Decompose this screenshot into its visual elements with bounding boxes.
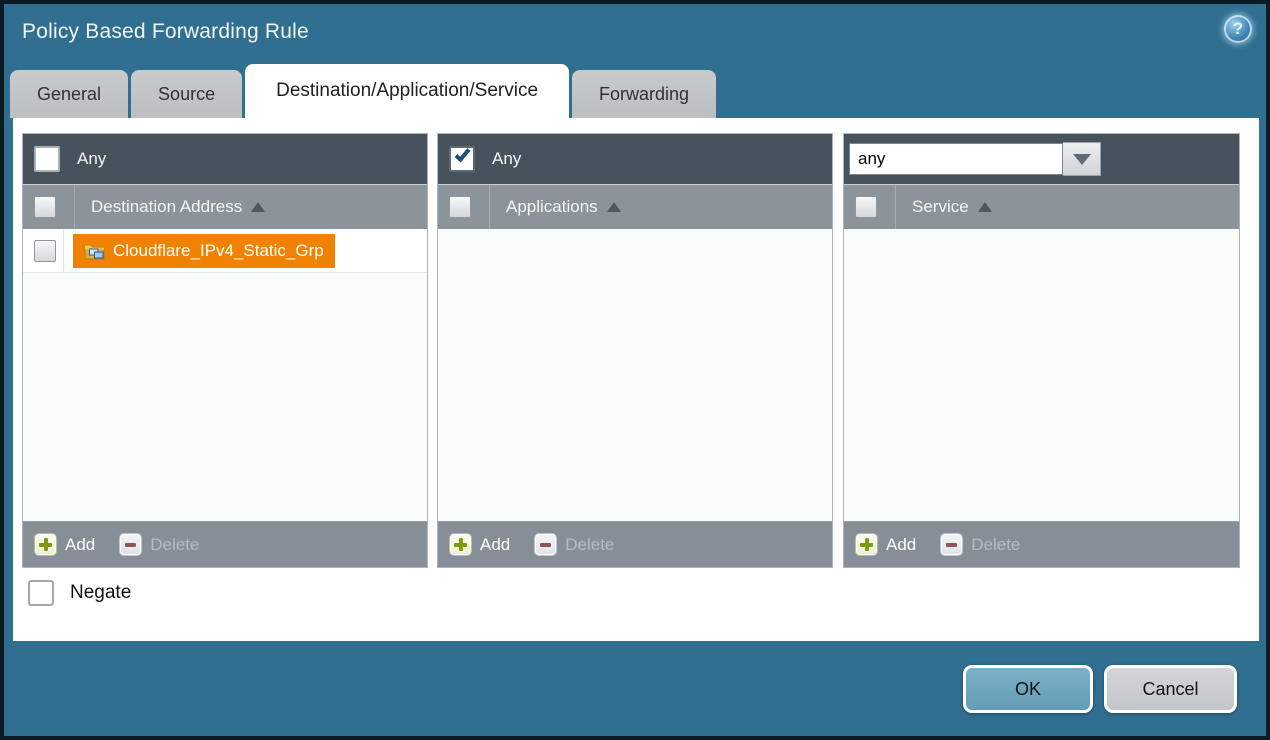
cancel-button[interactable]: Cancel (1104, 665, 1237, 713)
applications-any-label: Any (492, 149, 521, 169)
tab-destination-application-service[interactable]: Destination/Application/Service (245, 64, 569, 118)
destination-address-column: Any Destination Address (22, 133, 428, 568)
check-icon (455, 146, 471, 163)
destination-address-header[interactable]: Destination Address (23, 184, 427, 229)
applications-header-label: Applications (506, 197, 598, 217)
applications-toolbar: Add Delete (438, 521, 832, 567)
minus-icon (534, 533, 557, 556)
add-button[interactable]: Add (449, 533, 510, 556)
table-row[interactable]: Cloudflare_IPv4_Static_Grp (23, 229, 427, 273)
chevron-down-icon (1073, 154, 1091, 165)
pbf-rule-dialog: Policy Based Forwarding Rule ? General S… (0, 0, 1270, 740)
destination-any-bar: Any (23, 134, 427, 184)
plus-icon (449, 533, 472, 556)
tab-content-panel: Any Destination Address (13, 118, 1259, 641)
tab-forwarding[interactable]: Forwarding (572, 70, 716, 118)
plus-icon (34, 533, 57, 556)
ok-button[interactable]: OK (963, 665, 1093, 713)
service-dropdown (849, 142, 1101, 176)
negate-label: Negate (70, 582, 131, 604)
add-button[interactable]: Add (855, 533, 916, 556)
service-toolbar: Add Delete (844, 521, 1239, 567)
delete-button[interactable]: Delete (534, 533, 614, 556)
negate-checkbox[interactable] (28, 580, 54, 606)
service-select-all-checkbox[interactable] (855, 196, 877, 218)
negate-option: Negate (28, 580, 131, 606)
applications-any-checkbox[interactable] (449, 146, 475, 172)
destination-any-label: Any (77, 149, 106, 169)
destination-toolbar: Add Delete (23, 521, 427, 567)
tab-bar: General Source Destination/Application/S… (10, 64, 719, 118)
service-any-bar (844, 134, 1239, 184)
sort-ascending-icon (978, 202, 992, 212)
service-header[interactable]: Service (844, 184, 1239, 229)
destination-list: Cloudflare_IPv4_Static_Grp (23, 229, 427, 521)
applications-column: Any Applications Add Delete (437, 133, 833, 568)
row-checkbox[interactable] (34, 240, 56, 262)
sort-ascending-icon (251, 202, 265, 212)
applications-select-all-checkbox[interactable] (449, 196, 471, 218)
minus-icon (940, 533, 963, 556)
destination-select-all-checkbox[interactable] (34, 196, 56, 218)
destination-address-item[interactable]: Cloudflare_IPv4_Static_Grp (73, 234, 335, 268)
service-header-label: Service (912, 197, 969, 217)
plus-icon (855, 533, 878, 556)
destination-any-checkbox[interactable] (34, 146, 60, 172)
service-dropdown-button[interactable] (1063, 142, 1101, 176)
dialog-title: Policy Based Forwarding Rule (22, 20, 309, 44)
delete-button[interactable]: Delete (940, 533, 1020, 556)
applications-list (438, 229, 832, 521)
address-group-icon (84, 242, 105, 260)
applications-any-bar: Any (438, 134, 832, 184)
service-dropdown-input[interactable] (849, 143, 1063, 175)
item-label: Cloudflare_IPv4_Static_Grp (113, 241, 324, 261)
destination-header-label: Destination Address (91, 197, 242, 217)
sort-ascending-icon (607, 202, 621, 212)
service-column: Service Add Delete (843, 133, 1240, 568)
applications-header[interactable]: Applications (438, 184, 832, 229)
add-button[interactable]: Add (34, 533, 95, 556)
tab-general[interactable]: General (10, 70, 128, 118)
service-list (844, 229, 1239, 521)
tab-source[interactable]: Source (131, 70, 242, 118)
help-icon[interactable]: ? (1224, 15, 1252, 43)
minus-icon (119, 533, 142, 556)
delete-button[interactable]: Delete (119, 533, 199, 556)
